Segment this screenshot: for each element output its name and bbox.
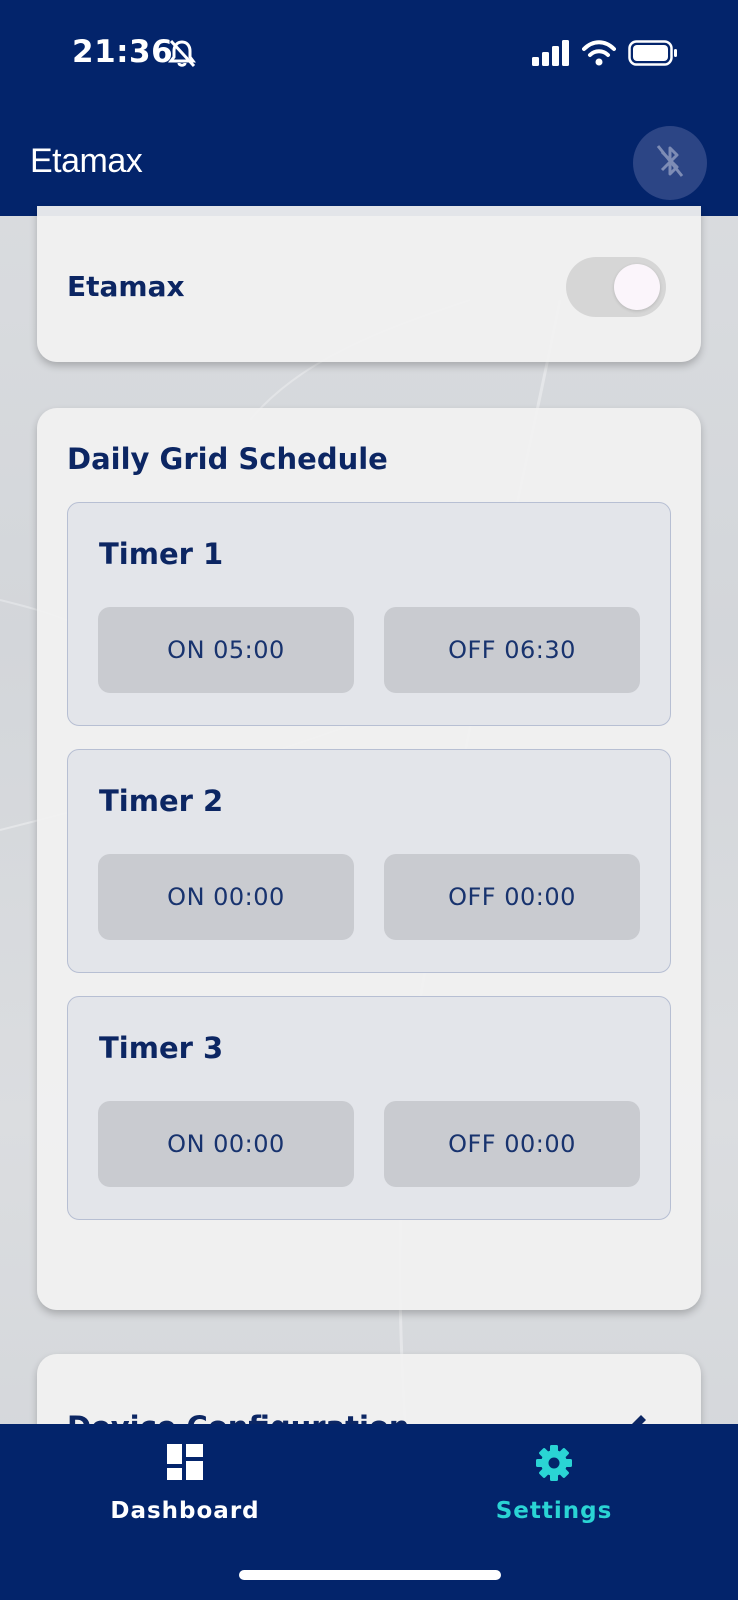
- timer-title: Timer 2: [99, 784, 224, 818]
- battery-icon: [628, 40, 678, 70]
- home-indicator: [239, 1570, 501, 1580]
- schedule-card: Daily Grid Schedule Timer 1 ON 05:00 OFF…: [37, 408, 701, 1310]
- app-header: 21:36 Etamax: [0, 0, 738, 216]
- nav-dashboard[interactable]: Dashboard: [65, 1444, 305, 1524]
- timer-title: Timer 1: [99, 537, 224, 571]
- timer-off-button[interactable]: OFF 06:30: [384, 607, 640, 693]
- cellular-signal-icon: [532, 40, 570, 70]
- etamax-toggle[interactable]: [566, 257, 666, 317]
- nav-settings-label: Settings: [495, 1498, 613, 1524]
- etamax-label: Etamax: [67, 270, 185, 303]
- dashboard-icon: [65, 1444, 305, 1484]
- timer-on-button[interactable]: ON 00:00: [98, 854, 354, 940]
- bluetooth-button[interactable]: [633, 126, 707, 200]
- gear-icon: [434, 1444, 674, 1484]
- timer-title: Timer 3: [99, 1031, 224, 1065]
- app-title: Etamax: [30, 142, 143, 180]
- timer-box: Timer 2 ON 00:00 OFF 00:00: [67, 749, 671, 973]
- nav-dashboard-label: Dashboard: [110, 1498, 260, 1524]
- etamax-card: Etamax: [37, 206, 701, 362]
- status-icons: [532, 40, 678, 70]
- status-time: 21:36: [72, 34, 174, 70]
- toggle-knob: [614, 264, 660, 310]
- bluetooth-disabled-icon: [653, 141, 687, 185]
- timer-off-button[interactable]: OFF 00:00: [384, 854, 640, 940]
- schedule-title: Daily Grid Schedule: [67, 442, 388, 476]
- timer-off-button[interactable]: OFF 00:00: [384, 1101, 640, 1187]
- timer-on-button[interactable]: ON 00:00: [98, 1101, 354, 1187]
- bell-slash-icon: [168, 38, 196, 68]
- timer-box: Timer 1 ON 05:00 OFF 06:30: [67, 502, 671, 726]
- timer-on-button[interactable]: ON 05:00: [98, 607, 354, 693]
- timer-box: Timer 3 ON 00:00 OFF 00:00: [67, 996, 671, 1220]
- wifi-icon: [582, 40, 616, 70]
- nav-settings[interactable]: Settings: [434, 1444, 674, 1524]
